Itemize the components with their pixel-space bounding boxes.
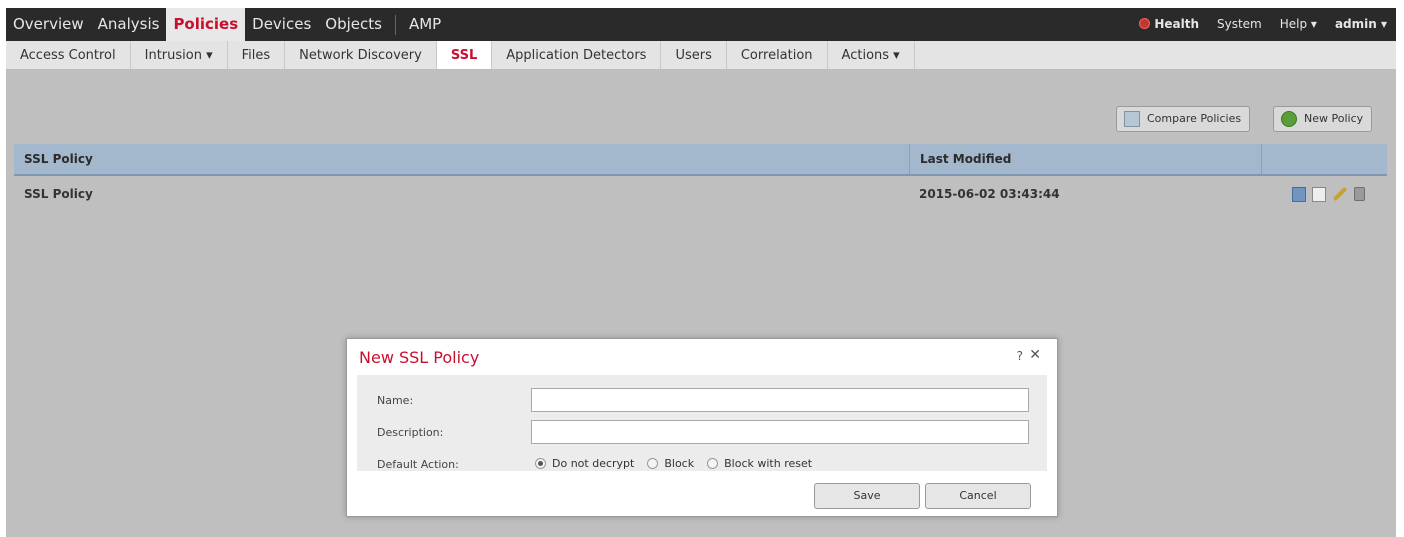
tab-access-control[interactable]: Access Control: [6, 41, 131, 69]
nav-devices[interactable]: Devices: [245, 8, 318, 41]
nav-system[interactable]: System: [1208, 8, 1271, 41]
compare-policies-button[interactable]: Compare Policies: [1116, 106, 1251, 132]
compare-policies-label: Compare Policies: [1147, 112, 1242, 125]
column-header-last-modified[interactable]: Last Modified: [909, 144, 1261, 174]
save-button[interactable]: Save: [814, 483, 920, 509]
close-icon[interactable]: ✕: [1029, 347, 1041, 363]
radio-block[interactable]: [647, 458, 659, 469]
edit-pencil-icon[interactable]: [1332, 186, 1348, 202]
new-policy-button[interactable]: New Policy: [1273, 106, 1373, 132]
policy-last-modified: 2015-06-02 03:43:44: [919, 187, 1060, 201]
radio-block-with-reset[interactable]: [707, 458, 719, 469]
report-icon[interactable]: [1312, 186, 1326, 202]
name-label: Name:: [377, 394, 414, 407]
nav-overview[interactable]: Overview: [6, 8, 91, 41]
nav-help-menu[interactable]: Help ▾: [1271, 8, 1326, 41]
tab-intrusion[interactable]: Intrusion ▾: [131, 41, 228, 69]
nav-analysis[interactable]: Analysis: [91, 8, 167, 41]
nav-divider: [394, 14, 396, 35]
table-header: SSL Policy Last Modified: [14, 144, 1387, 176]
add-icon: [1281, 111, 1297, 127]
description-label: Description:: [377, 426, 444, 439]
new-policy-label: New Policy: [1304, 112, 1364, 125]
tab-network-discovery[interactable]: Network Discovery: [285, 41, 437, 69]
description-field[interactable]: [531, 420, 1029, 444]
cancel-button[interactable]: Cancel: [925, 483, 1031, 509]
sub-nav: Access Control Intrusion ▾ Files Network…: [6, 41, 1396, 70]
radio-do-not-decrypt-label: Do not decrypt: [552, 457, 635, 470]
tab-correlation[interactable]: Correlation: [727, 41, 828, 69]
nav-policies[interactable]: Policies: [166, 8, 246, 41]
nav-health[interactable]: Health: [1130, 8, 1208, 41]
policy-name[interactable]: SSL Policy: [14, 176, 909, 212]
tab-users[interactable]: Users: [661, 41, 727, 69]
nav-user-menu[interactable]: admin ▾: [1326, 8, 1396, 41]
tab-actions[interactable]: Actions ▾: [828, 41, 915, 69]
help-icon[interactable]: ?: [1017, 349, 1023, 363]
name-field[interactable]: [531, 388, 1029, 412]
column-header-ssl-policy[interactable]: SSL Policy: [14, 144, 909, 174]
delete-trash-icon[interactable]: [1354, 187, 1365, 201]
tab-files[interactable]: Files: [228, 41, 286, 69]
nav-amp[interactable]: AMP: [402, 8, 448, 41]
health-alert-icon: [1139, 18, 1151, 29]
top-nav: Overview Analysis Policies Devices Objec…: [6, 8, 1396, 41]
radio-block-with-reset-label: Block with reset: [724, 457, 813, 470]
radio-do-not-decrypt[interactable]: [535, 458, 546, 469]
compare-icon: [1124, 111, 1140, 127]
nav-health-label: Health: [1154, 17, 1199, 31]
table-row[interactable]: SSL Policy 2015-06-02 03:43:44: [14, 176, 1387, 212]
policy-table: SSL Policy Last Modified SSL Policy 2015…: [14, 144, 1387, 212]
dialog-form: Name: Description: Default Action: Do no…: [357, 375, 1047, 471]
tab-ssl[interactable]: SSL: [436, 41, 493, 69]
tab-application-detectors[interactable]: Application Detectors: [492, 41, 662, 69]
new-ssl-policy-dialog: New SSL Policy ? ✕ Name: Description: De…: [346, 338, 1058, 517]
column-header-actions: [1261, 144, 1387, 174]
default-action-options: Do not decrypt Block Block with reset: [535, 457, 825, 470]
dialog-title: New SSL Policy: [359, 348, 480, 367]
row-actions: [1261, 176, 1387, 212]
radio-block-label: Block: [664, 457, 695, 470]
nav-objects[interactable]: Objects: [318, 8, 389, 41]
default-action-label: Default Action:: [377, 458, 459, 471]
copy-icon[interactable]: [1292, 186, 1306, 202]
